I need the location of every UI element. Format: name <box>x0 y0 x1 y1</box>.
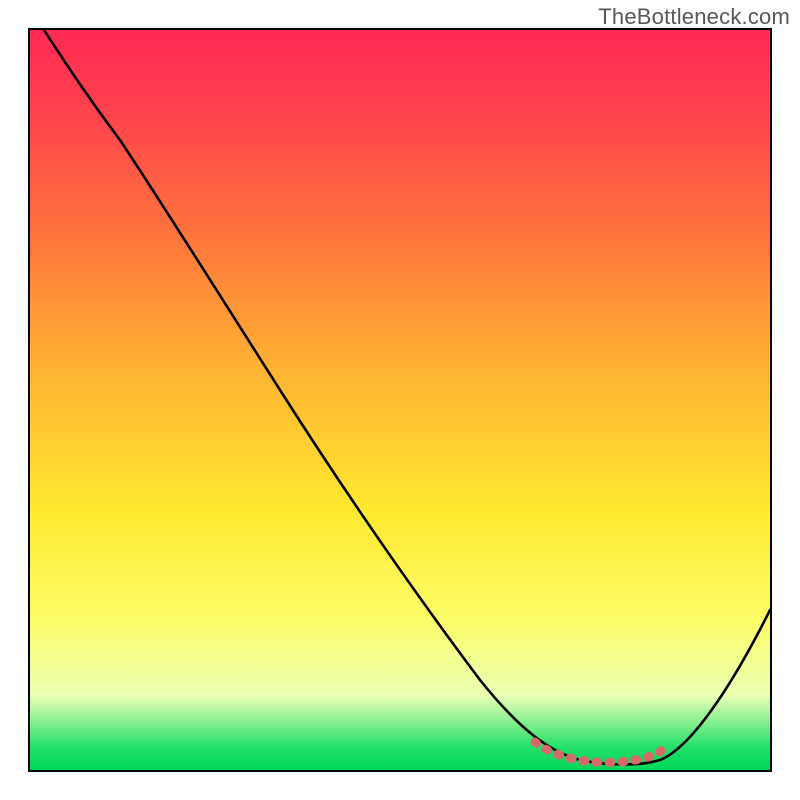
bottleneck-curve-path <box>44 30 770 765</box>
highlight-band-path <box>535 742 662 762</box>
watermark-text: TheBottleneck.com <box>598 4 790 30</box>
chart-stage: TheBottleneck.com <box>0 0 800 800</box>
plot-area <box>28 28 772 772</box>
curve-layer <box>30 30 770 770</box>
